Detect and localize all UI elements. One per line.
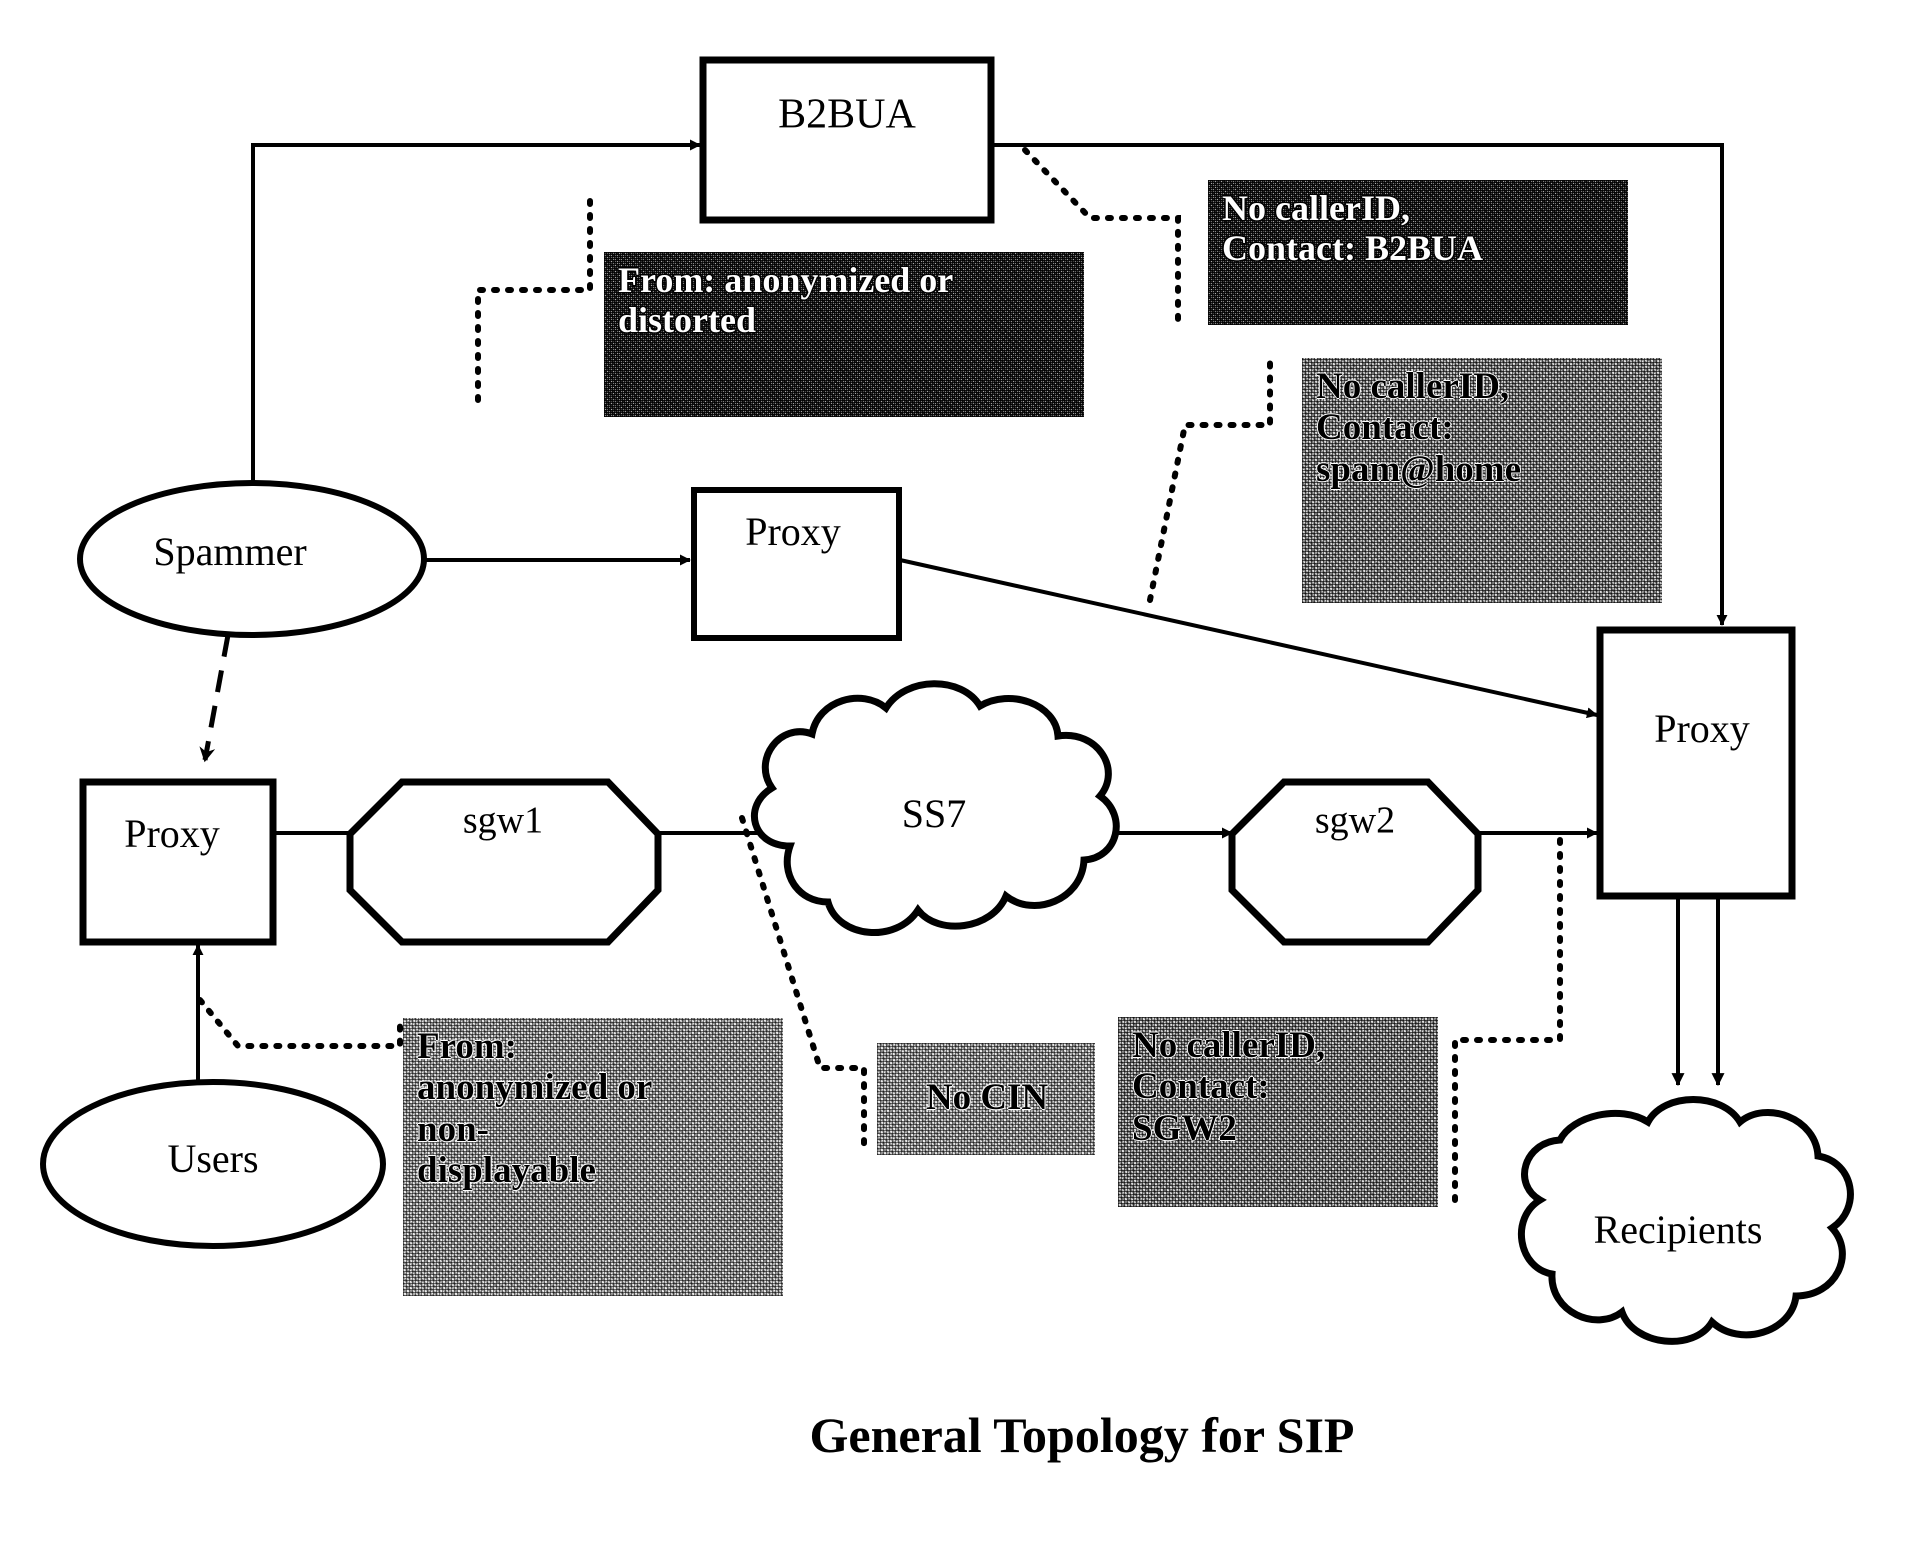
callout-line: displayable bbox=[417, 1150, 596, 1192]
node-ss7[interactable]: SS7 bbox=[751, 680, 1120, 936]
callout-line: No callerID, bbox=[1132, 1025, 1326, 1066]
node-recipients[interactable]: Recipients bbox=[1518, 1096, 1854, 1345]
callout-line: distorted bbox=[618, 300, 756, 341]
callout-from-anon-distorted: From: anonymized or distorted bbox=[604, 252, 1084, 417]
edge-proxy-right-to-recipients bbox=[1671, 896, 1725, 1087]
node-sgw2-label: sgw2 bbox=[1315, 800, 1395, 842]
leader-from-anon-distorted bbox=[475, 197, 593, 403]
callout-line: From: bbox=[417, 1026, 517, 1067]
node-b2bua[interactable]: B2BUA bbox=[699, 56, 995, 224]
node-users-label: Users bbox=[167, 1136, 258, 1181]
callout-line: Contact: bbox=[1316, 407, 1454, 449]
node-sgw2[interactable]: sgw2 bbox=[1228, 778, 1482, 946]
leader-spam-home-contact bbox=[1147, 357, 1273, 603]
node-proxy-mid[interactable]: Proxy bbox=[691, 487, 902, 641]
node-proxy-right-label: Proxy bbox=[1654, 706, 1750, 751]
node-recipients-label: Recipients bbox=[1594, 1207, 1763, 1252]
callout-line: Contact: B2BUA bbox=[1222, 228, 1483, 269]
callout-no-cin: No CIN bbox=[877, 1043, 1095, 1155]
node-b2bua-label: B2BUA bbox=[778, 92, 916, 138]
leader-from-anon-nondisplayable bbox=[197, 997, 403, 1049]
node-proxy-left[interactable]: Proxy bbox=[79, 778, 277, 946]
node-spammer[interactable]: Spammer bbox=[77, 480, 427, 638]
callout-line: Contact: bbox=[1132, 1066, 1270, 1108]
figure-caption: General Topology for SIP bbox=[810, 1407, 1355, 1463]
callout-line: anonymized or bbox=[417, 1067, 653, 1109]
callout-line: spam@home bbox=[1316, 448, 1522, 490]
figure-canvas: B2BUA Spammer Proxy Proxy Proxy Users sg… bbox=[0, 0, 1907, 1544]
callout-line: No callerID, bbox=[1222, 188, 1410, 228]
callout-line: No CIN bbox=[925, 1077, 1049, 1119]
callout-from-anon-nondisplayable: From: anonymized or non- displayable bbox=[403, 1018, 783, 1296]
callout-line: No callerID, bbox=[1316, 366, 1510, 407]
callout-line: SGW2 bbox=[1132, 1107, 1237, 1149]
node-proxy-left-label: Proxy bbox=[124, 811, 220, 856]
callout-b2bua-contact: No callerID, Contact: B2BUA bbox=[1208, 180, 1628, 325]
node-sgw1[interactable]: sgw1 bbox=[346, 778, 662, 946]
node-ss7-label: SS7 bbox=[902, 791, 967, 836]
node-sgw1-label: sgw1 bbox=[463, 800, 543, 842]
callout-line: From: anonymized or bbox=[618, 260, 954, 300]
node-proxy-right[interactable]: Proxy bbox=[1596, 626, 1796, 900]
node-proxy-mid-label: Proxy bbox=[745, 509, 841, 554]
edge-spammer-to-proxy-left-dashed bbox=[199, 634, 231, 763]
callout-line: non- bbox=[417, 1108, 489, 1150]
node-users[interactable]: Users bbox=[40, 1079, 386, 1249]
callout-spam-home-contact: No callerID, Contact: spam@home bbox=[1302, 358, 1662, 603]
node-spammer-label: Spammer bbox=[153, 529, 306, 574]
callout-sgw2-contact: No callerID, Contact: SGW2 bbox=[1118, 1017, 1438, 1207]
